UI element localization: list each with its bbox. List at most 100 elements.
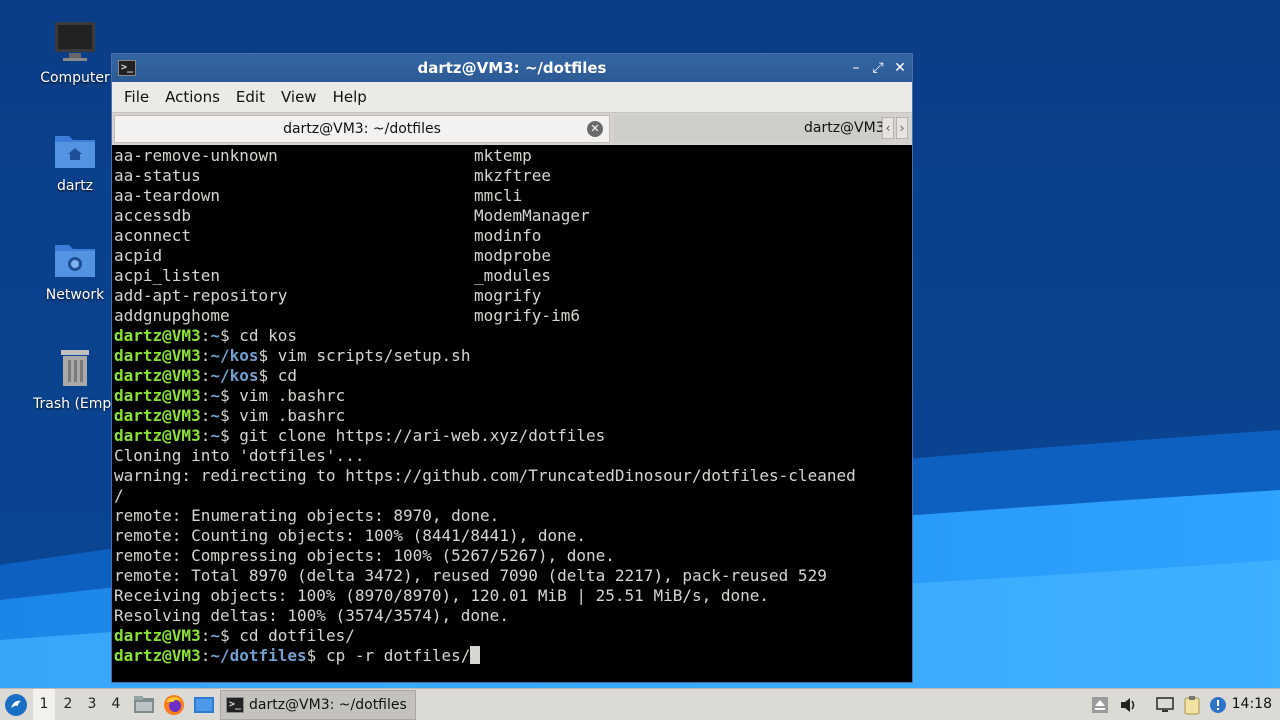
window-titlebar[interactable]: >_ dartz@VM3: ~/dotfiles – ⤢ ✕ (112, 54, 912, 82)
prompt-separator: : (200, 326, 211, 345)
clipboard-icon[interactable] (1182, 695, 1202, 715)
terminal-prompt-line: dartz@VM3:~$ cd dotfiles/ (114, 626, 910, 646)
menu-edit[interactable]: Edit (228, 82, 273, 112)
terminal-output-line: Cloning into 'dotfiles'... (114, 446, 910, 466)
listing-entry: acpi_listen (114, 266, 220, 285)
output-text: remote: Compressing objects: 100% (5267/… (114, 546, 615, 565)
terminal-output-line: / (114, 486, 910, 506)
start-menu-icon[interactable] (4, 693, 28, 717)
prompt-separator: : (200, 406, 211, 425)
workspace-2[interactable]: 2 (57, 689, 79, 720)
output-text: Receiving objects: 100% (8970/8970), 120… (114, 586, 770, 605)
update-notifier-icon[interactable] (1208, 695, 1228, 715)
desktop-icon-label: dartz (56, 178, 94, 194)
desktop-icon-network[interactable]: Network (25, 237, 125, 303)
listing-entry: aa-teardown (114, 186, 220, 205)
terminal-prompt-line: dartz@VM3:~/dotfiles$ cp -r dotfiles/ (114, 646, 910, 666)
terminal-output-line: remote: Enumerating objects: 8970, done. (114, 506, 910, 526)
menu-actions[interactable]: Actions (157, 82, 228, 112)
prompt-user: dartz@VM3 (114, 386, 201, 405)
listing-entry: mktemp (474, 146, 532, 165)
listing-entry: mogrify-im6 (474, 306, 580, 325)
listing-entry: modinfo (474, 226, 542, 245)
desktop-icon-trash[interactable]: Trash (Empty) (25, 346, 125, 416)
desktop-icon-home[interactable]: dartz (25, 128, 125, 194)
listing-entry: aa-remove-unknown (114, 146, 278, 165)
computer-icon (55, 22, 95, 61)
terminal-output[interactable]: aa-remove-unknown mktemp aa-status mkzftree… (114, 146, 910, 678)
minimize-button[interactable]: – (846, 58, 866, 78)
prompt-separator: : (200, 626, 211, 645)
file-manager-icon[interactable] (133, 694, 155, 716)
terminal-output-line: remote: Counting objects: 100% (8441/844… (114, 526, 910, 546)
terminal-output-line: Receiving objects: 100% (8970/8970), 120… (114, 586, 910, 606)
menu-file[interactable]: File (116, 82, 157, 112)
prompt-command: cd dotfiles/ (229, 626, 355, 645)
firefox-icon[interactable] (163, 694, 185, 716)
network-status-icon[interactable] (1155, 695, 1175, 715)
maximize-button[interactable]: ⤢ (868, 58, 888, 78)
output-text: remote: Counting objects: 100% (8441/844… (114, 526, 587, 545)
tab-active[interactable]: dartz@VM3: ~/dotfiles ✕ (114, 115, 610, 143)
terminal-output-line: warning: redirecting to https://github.c… (114, 466, 910, 486)
terminal-prompt-line: dartz@VM3:~$ vim .bashrc (114, 406, 910, 426)
workspace-3[interactable]: 3 (81, 689, 103, 720)
menu-help[interactable]: Help (325, 82, 375, 112)
prompt-separator: : (200, 646, 211, 665)
prompt-path: ~ (210, 326, 220, 345)
home-folder-icon (55, 136, 95, 168)
terminal-prompt-line: dartz@VM3:~$ cd kos (114, 326, 910, 346)
terminal-window[interactable]: >_ dartz@VM3: ~/dotfiles – ⤢ ✕ File Acti… (111, 53, 913, 683)
terminal-prompt-line: dartz@VM3:~/kos$ cd (114, 366, 910, 386)
prompt-command: cp -r dotfiles/ (316, 646, 471, 665)
terminal-line: add-apt-repository mogrify (114, 286, 910, 306)
output-text: / (114, 486, 124, 505)
terminal-line: aconnect modinfo (114, 226, 910, 246)
listing-entry: accessdb (114, 206, 192, 225)
listing-entry: acpid (114, 246, 163, 265)
network-folder-icon (55, 245, 95, 277)
tab-scroll-right-icon[interactable]: › (896, 117, 908, 139)
volume-icon[interactable] (1118, 695, 1138, 715)
clock[interactable]: 14:18 (1232, 689, 1272, 720)
prompt-user: dartz@VM3 (114, 346, 201, 365)
tab-scroll-left-icon[interactable]: ‹ (882, 117, 894, 139)
desktop-icon-label: Computer (40, 70, 110, 86)
terminal-output-line: Resolving deltas: 100% (3574/3574), done… (114, 606, 910, 626)
terminal-prompt-line: dartz@VM3:~$ vim .bashrc (114, 386, 910, 406)
tab-bar: dartz@VM3: ~/dotfiles ✕ dartz@VM3: ~/dot… (112, 112, 912, 145)
tab-inactive[interactable]: dartz@VM3: ~/dotfiles (614, 115, 882, 143)
listing-entry: _modules (474, 266, 552, 285)
output-text: warning: redirecting to https://github.c… (114, 466, 856, 485)
menu-view[interactable]: View (273, 82, 325, 112)
terminal-prompt-line: dartz@VM3:~/kos$ vim scripts/setup.sh (114, 346, 910, 366)
close-button[interactable]: ✕ (890, 58, 910, 78)
terminal-prompt-line: dartz@VM3:~$ git clone https://ari-web.x… (114, 426, 910, 446)
prompt-path: ~/kos (210, 366, 259, 385)
workspace-4[interactable]: 4 (105, 689, 127, 720)
prompt-separator: : (200, 426, 211, 445)
desktop-icon-computer[interactable]: Computer (25, 20, 125, 86)
prompt-command: vim .bashrc (229, 406, 346, 425)
workspace-1[interactable]: 1 (33, 689, 55, 720)
desktop-icon-label: Network (45, 287, 105, 303)
prompt-user: dartz@VM3 (114, 626, 201, 645)
text-cursor (470, 646, 481, 664)
terminal-line: aa-teardown mmcli (114, 186, 910, 206)
listing-entry: aconnect (114, 226, 192, 245)
prompt-path: ~ (210, 426, 220, 445)
show-desktop-icon[interactable] (193, 694, 215, 716)
taskbar-item-terminal[interactable]: >_ dartz@VM3: ~/dotfiles (220, 690, 416, 720)
prompt-command: vim .bashrc (229, 386, 346, 405)
output-text: Cloning into 'dotfiles'... (114, 446, 365, 465)
prompt-symbol: $ (219, 386, 230, 405)
terminal-app-icon: >_ (226, 697, 244, 713)
tab-close-icon[interactable]: ✕ (587, 121, 603, 137)
prompt-user: dartz@VM3 (114, 326, 201, 345)
menubar: File Actions Edit View Help (112, 82, 912, 112)
eject-icon[interactable] (1090, 695, 1110, 715)
prompt-user: dartz@VM3 (114, 646, 201, 665)
tab-label: dartz@VM3: ~/dotfiles (283, 121, 441, 137)
terminal-line: aa-status mkzftree (114, 166, 910, 186)
prompt-command: cd kos (229, 326, 298, 345)
